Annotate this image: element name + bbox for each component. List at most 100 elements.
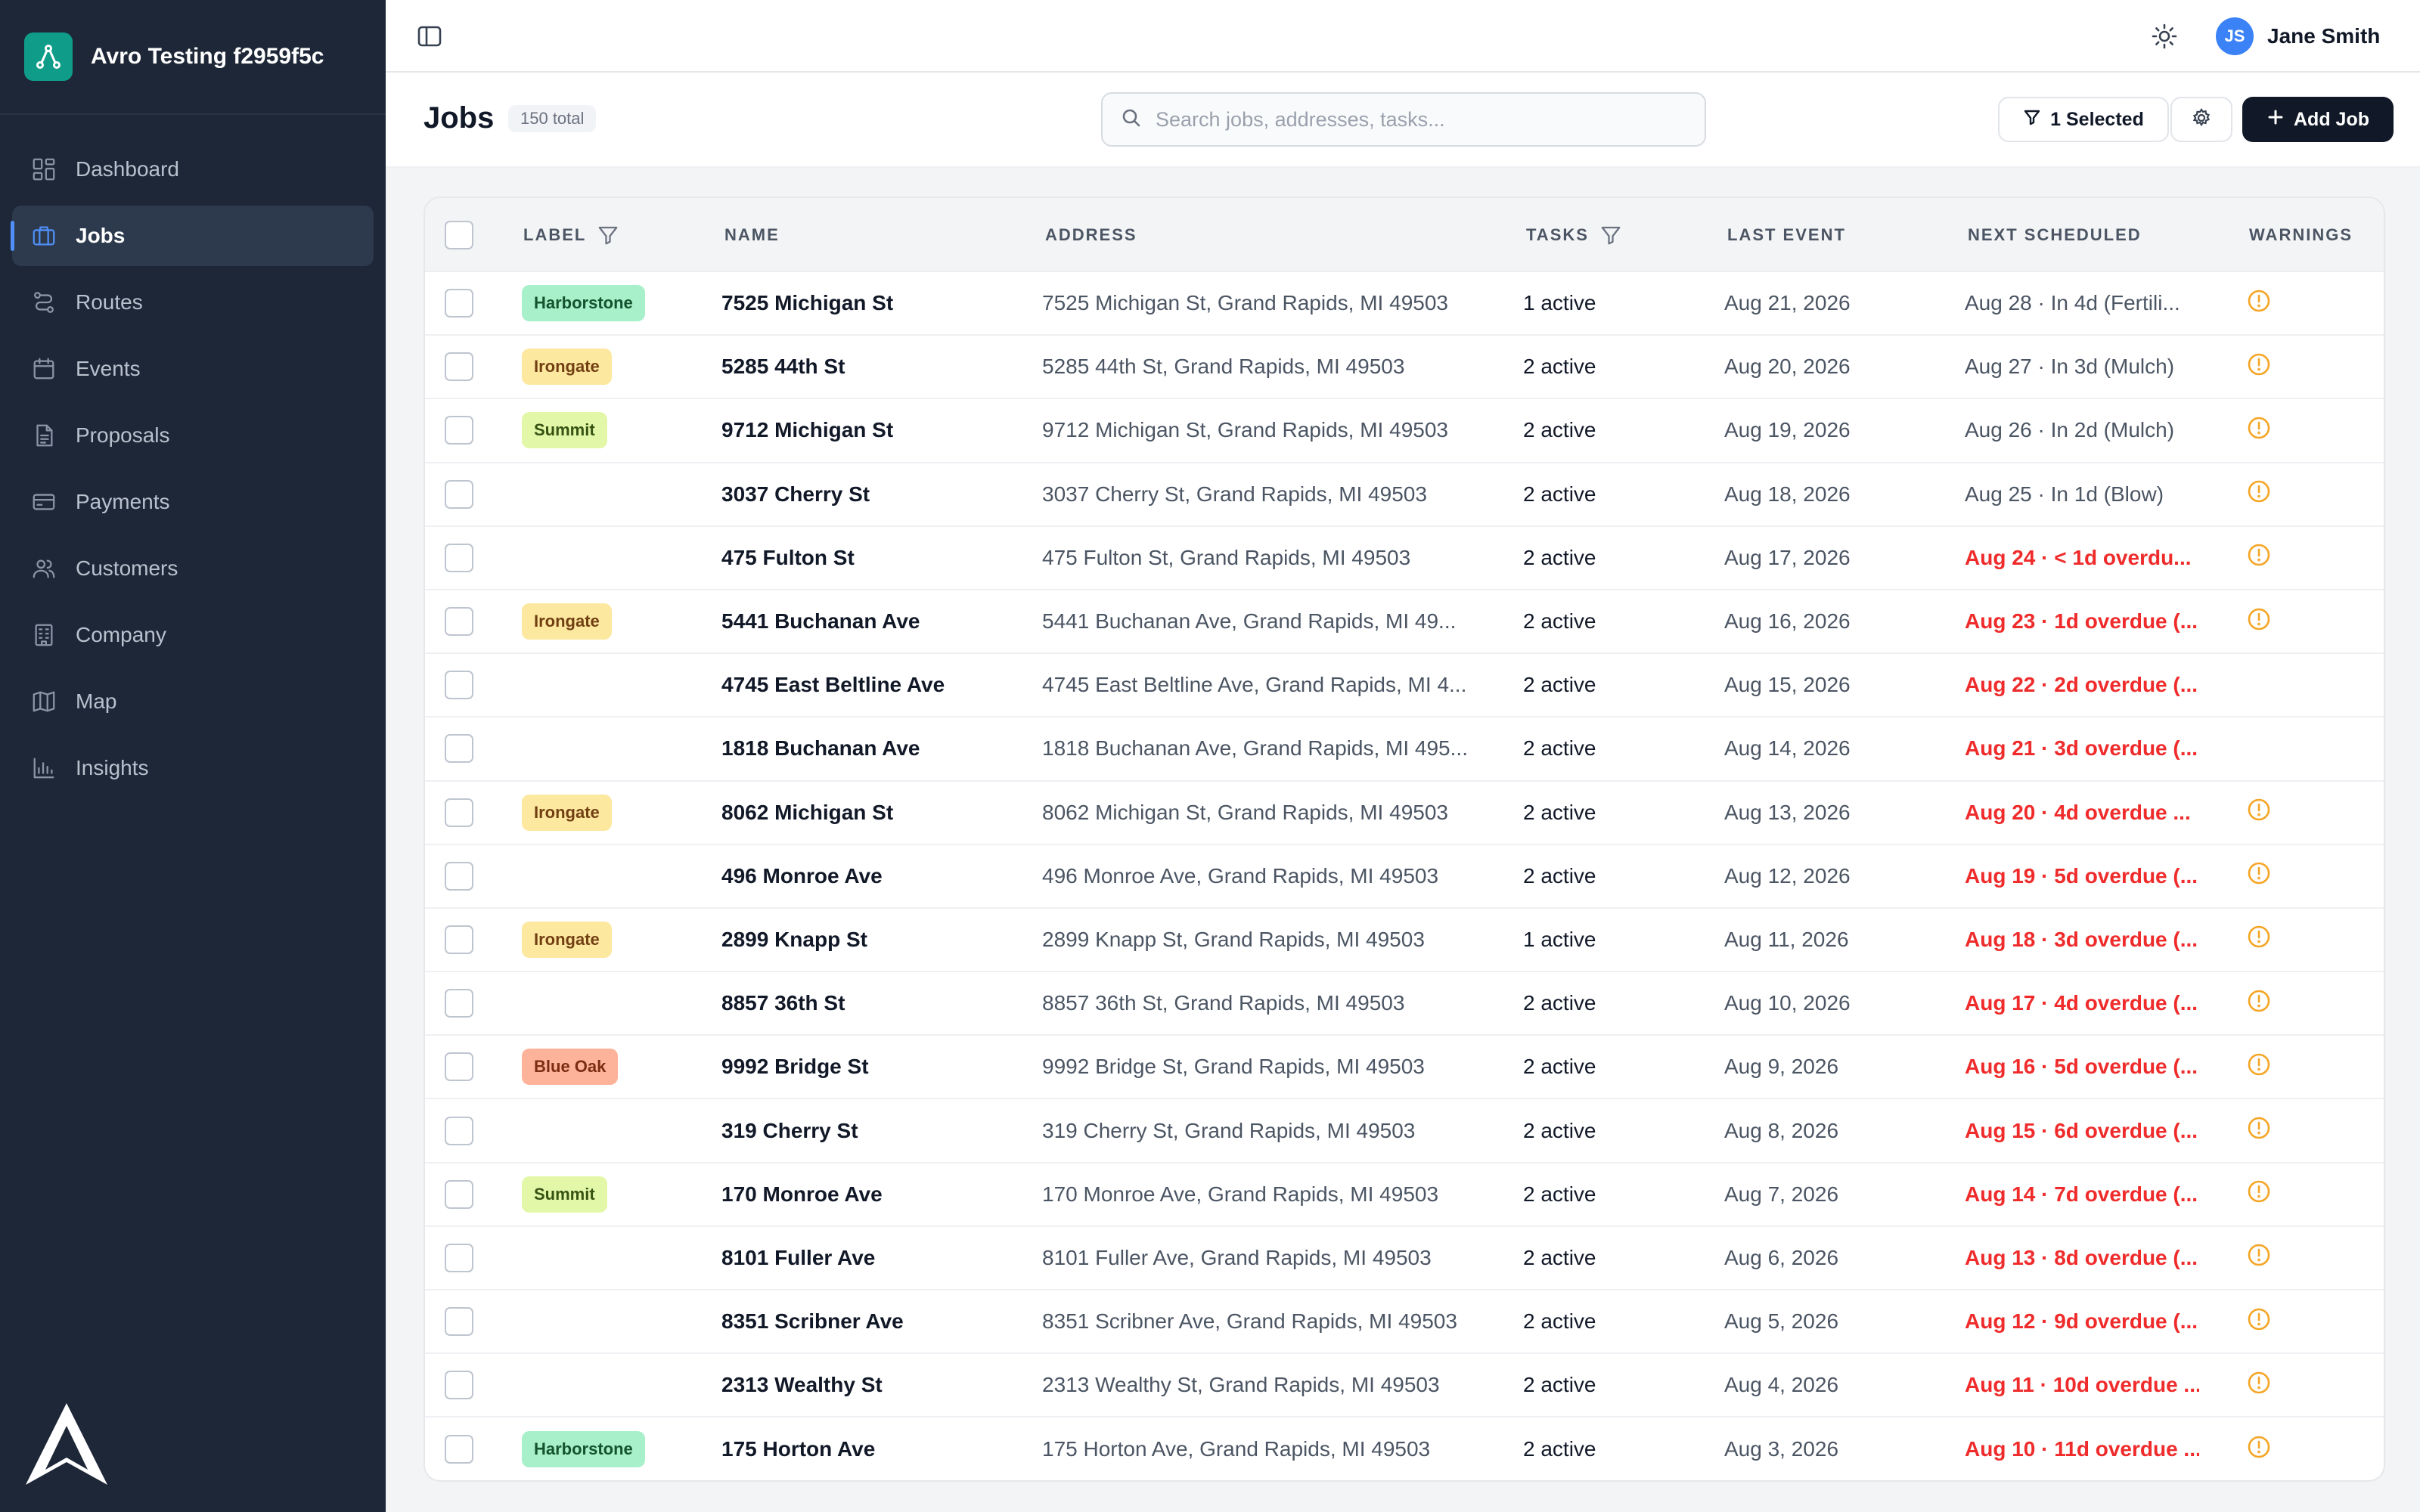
sidebar-item-company[interactable]: Company <box>12 605 374 665</box>
column-last-event[interactable]: LAST EVENT <box>1727 198 1846 272</box>
sidebar-item-payments[interactable]: Payments <box>12 472 374 532</box>
warning-icon[interactable] <box>2246 1370 2272 1401</box>
row-checkbox[interactable] <box>445 1116 473 1145</box>
warning-icon[interactable] <box>2246 1115 2272 1146</box>
job-name[interactable]: 9992 Bridge St <box>721 1036 1024 1098</box>
row-checkbox[interactable] <box>445 1307 473 1337</box>
warning-icon[interactable] <box>2246 924 2272 955</box>
toggle-sidebar-icon[interactable] <box>416 23 443 50</box>
warning-icon[interactable] <box>2246 1179 2272 1210</box>
sidebar-item-jobs[interactable]: Jobs <box>11 206 374 266</box>
warning-icon[interactable] <box>2246 479 2272 510</box>
warning-icon[interactable] <box>2246 860 2272 891</box>
job-name[interactable]: 7525 Michigan St <box>721 272 1024 334</box>
job-name[interactable]: 8062 Michigan St <box>721 782 1024 844</box>
table-settings-button[interactable] <box>2170 97 2232 142</box>
warning-icon[interactable] <box>2246 1306 2272 1337</box>
workspace-switcher[interactable]: Avro Testing f2959f5c <box>0 0 386 115</box>
table-row[interactable]: 8101 Fuller Ave 8101 Fuller Ave, Grand Ra… <box>425 1227 2384 1290</box>
row-checkbox[interactable] <box>445 861 473 891</box>
job-name[interactable]: 3037 Cherry St <box>721 463 1024 525</box>
warning-icon[interactable] <box>2246 606 2272 637</box>
row-checkbox[interactable] <box>445 1179 473 1209</box>
sidebar-item-proposals[interactable]: Proposals <box>12 405 374 466</box>
job-name[interactable]: 5285 44th St <box>721 336 1024 398</box>
table-row[interactable]: 496 Monroe Ave 496 Monroe Ave, Grand Rapi… <box>425 845 2384 909</box>
row-checkbox[interactable] <box>445 543 473 572</box>
row-checkbox[interactable] <box>445 1371 473 1400</box>
row-checkbox[interactable] <box>445 607 473 637</box>
row-checkbox[interactable] <box>445 289 473 318</box>
sidebar-item-map[interactable]: Map <box>12 671 374 732</box>
row-checkbox[interactable] <box>445 734 473 764</box>
search-box[interactable] <box>1101 92 1706 147</box>
sidebar-item-insights[interactable]: Insights <box>12 738 374 798</box>
row-checkbox[interactable] <box>445 1052 473 1082</box>
sidebar-item-events[interactable]: Events <box>12 339 374 399</box>
row-checkbox[interactable] <box>445 798 473 827</box>
sidebar-item-customers[interactable]: Customers <box>12 538 374 599</box>
warning-icon[interactable] <box>2246 288 2272 319</box>
select-all-checkbox[interactable] <box>445 221 473 249</box>
job-name[interactable]: 2899 Knapp St <box>721 909 1024 971</box>
sun-icon[interactable] <box>2149 21 2180 51</box>
job-name[interactable]: 1818 Buchanan Ave <box>721 717 1024 779</box>
row-checkbox[interactable] <box>445 416 473 445</box>
column-warnings[interactable]: WARNINGS <box>2249 198 2353 272</box>
table-row[interactable]: 8857 36th St 8857 36th St, Grand Rapids, … <box>425 972 2384 1036</box>
job-name[interactable]: 8857 36th St <box>721 972 1024 1034</box>
sidebar-item-routes[interactable]: Routes <box>12 272 374 333</box>
job-name[interactable]: 175 Horton Ave <box>721 1418 1024 1480</box>
table-row[interactable]: 2313 Wealthy St 2313 Wealthy St, Grand Ra… <box>425 1354 2384 1418</box>
table-row[interactable]: Irongate 5441 Buchanan Ave 5441 Buchanan A… <box>425 590 2384 655</box>
job-name[interactable]: 319 Cherry St <box>721 1099 1024 1161</box>
job-name[interactable]: 5441 Buchanan Ave <box>721 590 1024 652</box>
warning-icon[interactable] <box>2246 988 2272 1019</box>
row-checkbox[interactable] <box>445 1435 473 1464</box>
table-row[interactable]: 319 Cherry St 319 Cherry St, Grand Rapids… <box>425 1099 2384 1163</box>
table-row[interactable]: Summit 9712 Michigan St 9712 Michigan St, … <box>425 399 2384 463</box>
table-row[interactable]: Irongate 5285 44th St 5285 44th St, Grand … <box>425 336 2384 400</box>
job-name[interactable]: 8351 Scribner Ave <box>721 1290 1024 1352</box>
table-row[interactable]: Harborstone 175 Horton Ave 175 Horton Ave,… <box>425 1418 2384 1480</box>
job-name[interactable]: 2313 Wealthy St <box>721 1354 1024 1416</box>
job-name[interactable]: 8101 Fuller Ave <box>721 1227 1024 1289</box>
column-next-scheduled[interactable]: NEXT SCHEDULED <box>1968 198 2142 272</box>
warning-icon[interactable] <box>2246 1434 2272 1465</box>
table-row[interactable]: Harborstone 7525 Michigan St 7525 Michigan… <box>425 272 2384 336</box>
column-name[interactable]: NAME <box>724 198 780 272</box>
warning-icon[interactable] <box>2246 797 2272 828</box>
warning-icon[interactable] <box>2246 352 2272 383</box>
job-name[interactable]: 4745 East Beltline Ave <box>721 654 1024 716</box>
add-job-button[interactable]: Add Job <box>2242 97 2394 142</box>
table-row[interactable]: 4745 East Beltline Ave 4745 East Beltline… <box>425 654 2384 718</box>
table-row[interactable]: Irongate 8062 Michigan St 8062 Michigan St… <box>425 782 2384 845</box>
label-filter-icon[interactable] <box>597 224 619 246</box>
row-checkbox[interactable] <box>445 479 473 509</box>
search-input[interactable] <box>1156 107 1685 132</box>
row-checkbox[interactable] <box>445 1243 473 1272</box>
table-row[interactable]: Irongate 2899 Knapp St 2899 Knapp St, Gran… <box>425 909 2384 973</box>
selected-filter-button[interactable]: 1 Selected <box>1998 97 2169 142</box>
warning-icon[interactable] <box>2246 415 2272 446</box>
sidebar-item-dashboard[interactable]: Dashboard <box>12 139 374 200</box>
job-name[interactable]: 496 Monroe Ave <box>721 845 1024 907</box>
job-name[interactable]: 170 Monroe Ave <box>721 1163 1024 1225</box>
row-checkbox[interactable] <box>445 989 473 1018</box>
warning-icon[interactable] <box>2246 1052 2272 1083</box>
row-checkbox[interactable] <box>445 925 473 954</box>
table-row[interactable]: 1818 Buchanan Ave 1818 Buchanan Ave, Gran… <box>425 717 2384 782</box>
column-tasks[interactable]: TASKS <box>1526 198 1622 272</box>
column-label[interactable]: LABEL <box>523 198 619 272</box>
warning-icon[interactable] <box>2246 542 2272 573</box>
user-menu[interactable]: JS Jane Smith <box>2216 17 2380 56</box>
table-row[interactable]: 8351 Scribner Ave 8351 Scribner Ave, Gran… <box>425 1290 2384 1355</box>
job-name[interactable]: 475 Fulton St <box>721 527 1024 589</box>
table-row[interactable]: Summit 170 Monroe Ave 170 Monroe Ave, Gran… <box>425 1163 2384 1227</box>
job-name[interactable]: 9712 Michigan St <box>721 399 1024 461</box>
warning-icon[interactable] <box>2246 1242 2272 1273</box>
table-row[interactable]: 475 Fulton St 475 Fulton St, Grand Rapids… <box>425 527 2384 590</box>
row-checkbox[interactable] <box>445 671 473 700</box>
table-row[interactable]: Blue Oak 9992 Bridge St 9992 Bridge St, Gr… <box>425 1036 2384 1100</box>
table-row[interactable]: 3037 Cherry St 3037 Cherry St, Grand Rapi… <box>425 463 2384 527</box>
